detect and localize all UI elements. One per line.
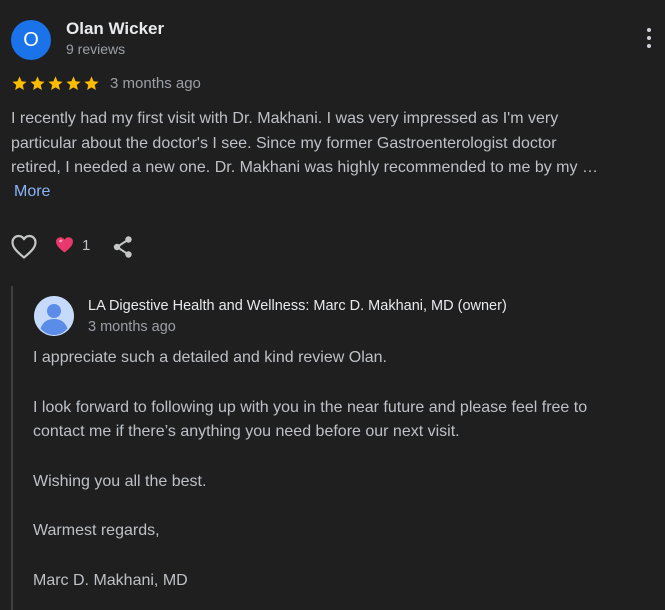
review-text: I recently had my first visit with Dr. M…: [11, 107, 657, 181]
star-icon: [84, 75, 99, 90]
review-card: O Olan Wicker 9 reviews 3 months ago I r…: [0, 0, 665, 610]
star-icon: [48, 75, 63, 90]
share-icon[interactable]: [112, 235, 134, 259]
star-icon: [66, 75, 81, 90]
more-options-icon[interactable]: [637, 28, 661, 54]
owner-response-text: I appreciate such a detailed and kind re…: [33, 346, 658, 593]
review-text-line: I recently had my first visit with Dr. M…: [11, 110, 559, 127]
review-text-line: retired, I needed a new one. Dr. Makhani…: [11, 159, 598, 176]
owner-response: LA Digestive Health and Wellness: Marc D…: [11, 286, 663, 610]
reply-paragraph: I look forward to following up with you …: [33, 398, 588, 416]
more-link[interactable]: More: [14, 183, 50, 201]
reply-paragraph: contact me if there’s anything you need …: [33, 423, 460, 440]
heart-emoji-icon: [56, 237, 73, 253]
reviewer-review-count: 9 reviews: [66, 41, 126, 57]
reply-paragraph: Marc D. Makhani, MD: [33, 571, 188, 589]
reviewer-initial: O: [23, 29, 39, 51]
person-icon: [34, 296, 74, 336]
review-text-line: particular about the doctor's I see. Sin…: [11, 134, 557, 152]
reply-paragraph: Wishing you all the best.: [33, 472, 207, 490]
star-icon: [12, 75, 27, 90]
reviewer-name[interactable]: Olan Wicker: [66, 19, 164, 39]
owner-name: LA Digestive Health and Wellness: Marc D…: [88, 298, 507, 314]
star-rating: [11, 75, 100, 92]
owner-avatar[interactable]: [34, 296, 74, 336]
reviewer-avatar[interactable]: O: [11, 20, 51, 60]
review-date: 3 months ago: [110, 74, 201, 92]
heart-outline-icon[interactable]: [10, 234, 38, 260]
reaction-count: 1: [82, 236, 91, 254]
reaction-button[interactable]: 1: [55, 236, 90, 254]
rating-row: 3 months ago: [11, 73, 201, 93]
star-icon: [30, 75, 45, 90]
owner-response-date: 3 months ago: [88, 319, 176, 335]
reply-paragraph: Warmest regards,: [33, 522, 160, 539]
reply-paragraph: I appreciate such a detailed and kind re…: [33, 349, 387, 366]
